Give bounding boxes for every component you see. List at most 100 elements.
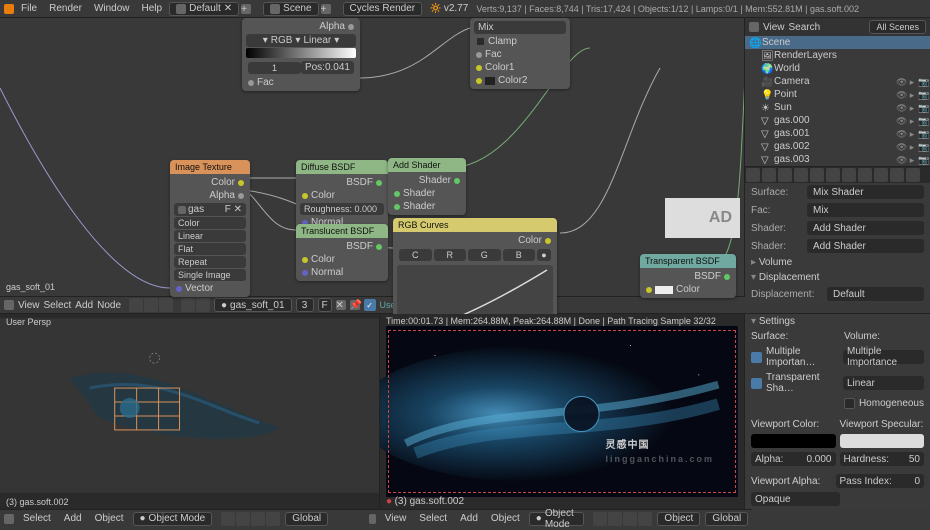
outliner-item[interactable]: ☀Sun👁▸📷 <box>745 101 930 114</box>
orientation-dd[interactable]: Global <box>285 512 328 526</box>
vp-add[interactable]: Add <box>456 511 482 526</box>
vp-add[interactable]: Add <box>60 511 86 526</box>
shading-icons[interactable] <box>221 512 280 526</box>
ne-select[interactable]: Select <box>44 300 72 311</box>
socket-alpha: Alpha <box>246 20 356 33</box>
editor-type-icon[interactable] <box>4 300 14 310</box>
hardness-input[interactable]: Hardness:50 <box>840 452 925 466</box>
displacement-dd[interactable]: Default <box>827 287 924 301</box>
viewport-content <box>0 314 379 497</box>
viewport-specular[interactable] <box>840 434 925 448</box>
editor-type-icon[interactable] <box>4 514 14 524</box>
scene-dropdown[interactable]: Scene <box>263 2 318 16</box>
shader-type-icons[interactable] <box>129 298 173 312</box>
outliner-item[interactable]: ▽gas.000👁▸📷 <box>745 114 930 127</box>
pin-icon[interactable]: 📌 <box>350 300 360 310</box>
sec-displacement[interactable]: Displacement <box>745 270 930 285</box>
prop-dd[interactable]: Add Shader <box>807 239 924 253</box>
vol-mi-dd[interactable]: Multiple Importance <box>843 350 924 364</box>
add-icon[interactable]: + <box>241 4 251 14</box>
orientation-dd[interactable]: Global <box>705 512 748 526</box>
editor-type-icon[interactable] <box>369 514 375 524</box>
outliner-filter[interactable]: All Scenes <box>869 20 926 34</box>
persp-label: User Persp <box>6 317 51 327</box>
chk-transparent[interactable] <box>751 378 762 389</box>
material-settings: Settings Surface:Volume: Multiple Import… <box>745 314 930 509</box>
vol-interp-dd[interactable]: Linear <box>843 376 924 390</box>
outliner-item[interactable]: 🎥Camera👁▸📷 <box>745 75 930 88</box>
pivot-dd[interactable]: Object <box>657 512 700 526</box>
viewport-render[interactable]: Time:00:01.73 | Mem:264.88M, Peak:264.88… <box>380 314 745 509</box>
data-type-icons[interactable] <box>181 298 210 312</box>
add-icon[interactable]: + <box>321 4 331 14</box>
object-label: ● (3) gas.soft.002 <box>386 496 464 507</box>
menu-render[interactable]: Render <box>44 1 87 16</box>
ne-add[interactable]: Add <box>75 300 93 311</box>
watermark: 灵感中国lingganchina.com <box>605 431 714 464</box>
vp-select[interactable]: Select <box>19 511 55 526</box>
node-diffuse-bsdf[interactable]: Diffuse BSDF BSDF Color Roughness: 0.000… <box>296 160 388 231</box>
blender-icon <box>4 4 14 14</box>
sec-volume[interactable]: Volume <box>745 255 930 270</box>
top-menu-bar: File Render Window Help Default✕ + Scene… <box>0 0 930 18</box>
layout-dropdown[interactable]: Default✕ <box>169 2 239 16</box>
alpha-mode-dd[interactable]: Opaque <box>751 492 840 506</box>
node-header[interactable]: Image Texture <box>170 160 250 174</box>
outliner-icon[interactable] <box>749 22 759 32</box>
viewport-3d-toolbar: Select Add Object ●Object Mode Global <box>0 509 365 527</box>
shading-icons[interactable] <box>593 512 652 526</box>
sec-settings[interactable]: Settings <box>745 314 930 329</box>
unlink-icon[interactable]: ✕ <box>336 300 346 310</box>
outliner-item[interactable]: ▽gas.001👁▸📷 <box>745 127 930 140</box>
node-editor[interactable]: Alpha ▾RGB▾Linear▾ 1Pos:0.041 Fac Mix Cl… <box>0 18 745 296</box>
material-label: gas_soft_01 <box>6 282 55 292</box>
outliner-view[interactable]: View <box>763 22 785 33</box>
chk-homogeneous[interactable] <box>844 398 855 409</box>
mode-dropdown[interactable]: ●Object Mode <box>529 512 585 526</box>
vp-view[interactable]: View <box>381 511 411 526</box>
outliner-item[interactable]: ▽gas.002👁▸📷 <box>745 140 930 153</box>
outliner-item[interactable]: 🖼RenderLayers <box>745 49 930 62</box>
menu-window[interactable]: Window <box>89 1 135 16</box>
vp-object[interactable]: Object <box>91 511 128 526</box>
mode-dropdown[interactable]: ●Object Mode <box>133 512 213 526</box>
viewport-render-toolbar: View Select Add Object ●Object Mode Obje… <box>365 509 752 527</box>
node-mixrgb[interactable]: Mix Clamp Fac Color1 Color2 <box>470 18 570 89</box>
properties-tabs[interactable] <box>745 167 930 183</box>
node-colorramp[interactable]: Alpha ▾RGB▾Linear▾ 1Pos:0.041 Fac <box>242 18 360 91</box>
viewport-color[interactable] <box>751 434 836 448</box>
prop-dd[interactable]: Mix <box>807 203 924 217</box>
outliner-item[interactable]: 💡Point👁▸📷 <box>745 88 930 101</box>
prop-dd[interactable]: Add Shader <box>807 221 924 235</box>
node-add-shader[interactable]: Add Shader Shader Shader Shader <box>388 158 466 215</box>
render-stats: Time:00:01.73 | Mem:264.88M, Peak:264.88… <box>386 316 716 326</box>
vp-select[interactable]: Select <box>415 511 451 526</box>
passindex-input[interactable]: Pass Index:0 <box>836 474 925 488</box>
outliner-item[interactable]: ▽gas.003👁▸📷 <box>745 153 930 166</box>
blender-version: 🔆 v2.77 <box>430 3 468 14</box>
user-count[interactable]: 3 <box>296 298 314 312</box>
ne-node[interactable]: Node <box>97 300 121 311</box>
node-translucent-bsdf[interactable]: Translucent BSDF BSDF Color Normal <box>296 224 388 281</box>
vp-object[interactable]: Object <box>487 511 524 526</box>
outliner-item[interactable]: 🌐Scene <box>745 36 930 49</box>
node-image-texture[interactable]: Image Texture Color Alpha gasF ✕ Color L… <box>170 160 250 297</box>
outliner-item[interactable]: 🌍World <box>745 62 930 75</box>
outliner-search[interactable]: Search <box>789 22 821 33</box>
outliner: View Search All Scenes 🌐Scene🖼RenderLaye… <box>745 18 930 166</box>
viewport-3d[interactable]: User Persp (3) gas.soft.002 <box>0 314 380 509</box>
properties-panel: Surface:Mix ShaderFac:MixShader:Add Shad… <box>745 166 930 303</box>
chk-multiimportance[interactable] <box>751 352 762 363</box>
material-dropdown[interactable]: ●gas_soft_01 <box>214 298 292 312</box>
engine-dropdown[interactable]: Cycles Render <box>343 2 423 16</box>
node-transparent-bsdf[interactable]: Transparent BSDF BSDF Color <box>640 254 736 298</box>
menu-file[interactable]: File <box>16 1 42 16</box>
scene-stats: Verts:9,137 | Faces:8,744 | Tris:17,424 … <box>476 4 859 14</box>
ad-placeholder: AD <box>665 198 740 238</box>
ne-view[interactable]: View <box>18 300 40 311</box>
use-nodes-checkbox[interactable]: ✓ <box>364 299 376 311</box>
menu-help[interactable]: Help <box>137 1 168 16</box>
alpha-input[interactable]: Alpha:0.000 <box>751 452 836 466</box>
fake-user[interactable]: F <box>318 298 332 312</box>
prop-dd[interactable]: Mix Shader <box>807 185 924 199</box>
